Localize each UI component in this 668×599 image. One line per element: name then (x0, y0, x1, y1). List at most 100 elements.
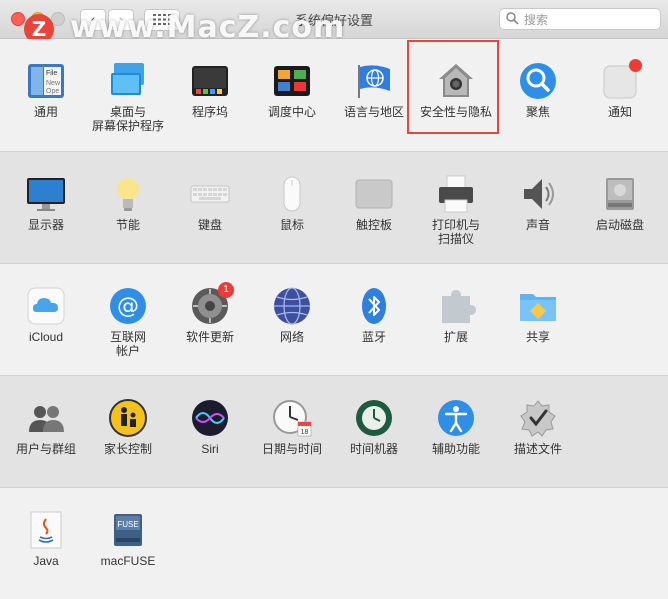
pane-label: 扩展 (443, 330, 468, 344)
siri-icon (190, 398, 230, 438)
svg-text:New: New (46, 80, 61, 87)
pane-siri[interactable]: Siri (169, 398, 251, 456)
notification-dot (629, 59, 642, 72)
pane-label: 触控板 (355, 218, 392, 232)
pane-internet-accounts[interactable]: @ 互联网 帐户 (87, 286, 169, 358)
extensions-icon (436, 286, 476, 326)
svg-text:Ope: Ope (46, 88, 59, 95)
pane-label: 桌面与 (109, 105, 146, 119)
pane-label: 时间机器 (349, 442, 398, 456)
bluetooth-icon (354, 286, 394, 326)
pane-label-line2: 帐户 (115, 344, 140, 358)
pane-dock[interactable]: 程序坞 (169, 61, 251, 119)
pane-general[interactable]: File New Ope 通用 (5, 61, 87, 119)
icloud-icon (26, 286, 66, 326)
pane-label: 描述文件 (513, 442, 562, 456)
pane-date-time[interactable]: 18 日期与时间 (251, 398, 333, 456)
pane-software-update[interactable]: 1 软件更新 (169, 282, 251, 344)
startup-disk-icon (600, 174, 640, 214)
pane-users-groups[interactable]: 用户与群组 (5, 398, 87, 456)
pane-language-region[interactable]: 语言与地区 (333, 61, 415, 119)
pane-printers-scanners[interactable]: 打印机与 扫描仪 (415, 174, 497, 246)
section-personal: File New Ope 通用 桌面与 屏幕保护程序 程序坞 调度中心 语言与地… (0, 39, 668, 151)
pane-label: 聚焦 (525, 105, 550, 119)
pane-trackpad[interactable]: 触控板 (333, 174, 415, 232)
pane-java[interactable]: Java (5, 510, 87, 568)
pane-desktop-screensaver[interactable]: 桌面与 屏幕保护程序 (87, 61, 169, 133)
pane-label: 通用 (33, 105, 58, 119)
accessibility-icon (436, 398, 476, 438)
pane-label: 蓝牙 (361, 330, 386, 344)
date-time-icon: 18 (272, 398, 312, 438)
pane-network[interactable]: 网络 (251, 286, 333, 344)
pane-startup-disk[interactable]: 启动磁盘 (579, 174, 661, 232)
section-system: 用户与群组 家长控制 Siri 18 日期与时间 时间机器 辅助功能 描述文件 (0, 375, 668, 488)
search-field[interactable] (499, 8, 661, 30)
sharing-icon (518, 286, 558, 326)
profiles-icon (518, 398, 558, 438)
pane-extensions[interactable]: 扩展 (415, 286, 497, 344)
pane-profiles[interactable]: 描述文件 (497, 398, 579, 456)
pane-label: iCloud (28, 330, 64, 344)
search-icon (506, 12, 519, 25)
general-icon: File New Ope (26, 61, 66, 101)
pane-label: 用户与群组 (15, 442, 76, 456)
svg-text:18: 18 (301, 429, 309, 436)
macfuse-icon: FUSE (108, 510, 148, 550)
pane-label: Java (33, 554, 59, 568)
svg-text:@: @ (117, 294, 139, 319)
pane-label: 显示器 (27, 218, 64, 232)
pane-sound[interactable]: 声音 (497, 174, 579, 232)
section-internet-wireless: iCloud @ 互联网 帐户 1 软件更新 网络 蓝牙 扩展 共享 (0, 263, 668, 376)
highlight-box (407, 40, 499, 134)
pane-displays[interactable]: 显示器 (5, 174, 87, 232)
pane-label: 家长控制 (103, 442, 152, 456)
sound-icon (518, 174, 558, 214)
time-machine-icon (354, 398, 394, 438)
software-update-icon: 1 (190, 282, 234, 326)
keyboard-icon (190, 174, 230, 214)
desktop-screensaver-icon (108, 61, 148, 101)
pane-macfuse[interactable]: FUSE macFUSE (87, 510, 169, 568)
search-input[interactable] (522, 10, 656, 29)
pane-label: 辅助功能 (431, 442, 480, 456)
pane-mouse[interactable]: 鼠标 (251, 174, 333, 232)
pane-label: 日期与时间 (261, 442, 322, 456)
pane-label-line2: 屏幕保护程序 (91, 119, 164, 133)
pane-spotlight[interactable]: 聚焦 (497, 61, 579, 119)
internet-accounts-icon: @ (108, 286, 148, 326)
pane-bluetooth[interactable]: 蓝牙 (333, 286, 415, 344)
pane-mission-control[interactable]: 调度中心 (251, 61, 333, 119)
pane-time-machine[interactable]: 时间机器 (333, 398, 415, 456)
section-other: Java FUSE macFUSE (0, 487, 668, 599)
dock-icon (190, 61, 230, 101)
pane-keyboard[interactable]: 键盘 (169, 174, 251, 232)
java-icon (26, 510, 66, 550)
pane-sharing[interactable]: 共享 (497, 286, 579, 344)
update-count-badge: 1 (218, 282, 234, 298)
pane-label: 键盘 (197, 218, 222, 232)
pane-label: Siri (201, 442, 219, 456)
mouse-icon (272, 174, 312, 214)
displays-icon (26, 174, 66, 214)
mission-control-icon (272, 61, 312, 101)
pane-label: 网络 (279, 330, 304, 344)
pane-icloud[interactable]: iCloud (5, 286, 87, 344)
pane-parental-controls[interactable]: 家长控制 (87, 398, 169, 456)
pane-label: 调度中心 (267, 105, 316, 119)
pane-label: 互联网 (109, 330, 146, 344)
energy-saver-icon (108, 174, 148, 214)
section-hardware: 显示器 节能 键盘 鼠标 触控板 打印机与 扫描仪 声音 启动磁盘 (0, 151, 668, 264)
pane-accessibility[interactable]: 辅助功能 (415, 398, 497, 456)
printer-icon (436, 174, 476, 214)
trackpad-icon (354, 174, 394, 214)
svg-text:File: File (46, 70, 57, 77)
pane-notifications[interactable]: 通知 (579, 59, 661, 119)
language-region-icon (354, 61, 394, 101)
pane-label: 鼠标 (279, 218, 304, 232)
parental-controls-icon (108, 398, 148, 438)
pane-label: 程序坞 (191, 105, 228, 119)
pane-label: 共享 (525, 330, 550, 344)
pane-energy-saver[interactable]: 节能 (87, 174, 169, 232)
svg-text:FUSE: FUSE (117, 520, 138, 529)
